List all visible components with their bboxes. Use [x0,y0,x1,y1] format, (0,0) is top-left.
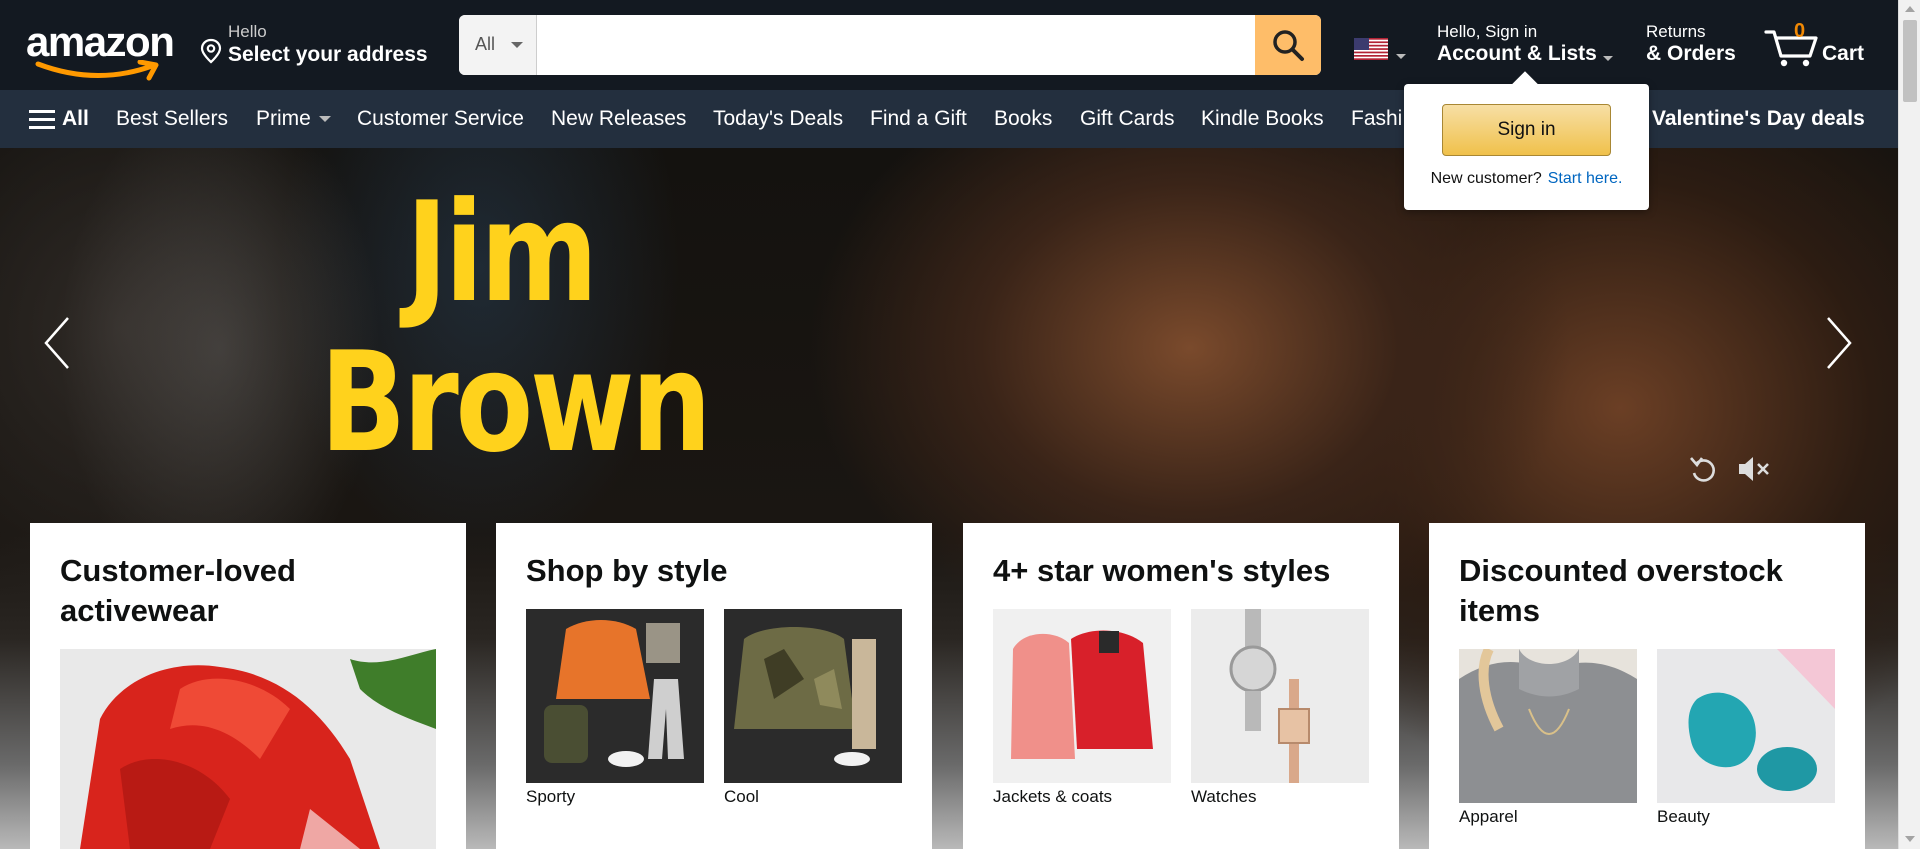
language-selector[interactable] [1354,38,1408,64]
jackets-image [993,609,1171,783]
chevron-left-icon[interactable] [38,308,78,378]
tile-caption: Beauty [1657,807,1710,826]
nav-new-releases[interactable]: New Releases [551,107,686,131]
tile-watches[interactable]: Watches [1191,609,1369,809]
hero-background [0,148,1898,568]
card-4-star-womens-styles: 4+ star women's styles Jackets & coats W… [963,523,1399,849]
cart-count: 0 [1794,20,1806,42]
nav-prime-label: Prime [256,107,311,130]
hero-title: Jim Brown [320,172,712,483]
account-lists-label: Account & Lists [1437,42,1597,65]
search-department-select[interactable]: All [459,15,537,75]
hamburger-menu-icon [29,110,55,129]
caret-down-icon [1603,56,1613,61]
tile-caption: Jackets & coats [993,787,1113,806]
cart-button[interactable]: 0 Cart [1764,18,1874,72]
card-title: Discounted overstock items [1459,553,1783,628]
chevron-right-icon[interactable] [1818,308,1858,378]
tile-caption: Watches [1191,787,1257,806]
cool-image [724,609,902,783]
card-title: Shop by style [526,553,728,588]
card-customer-loved-activewear: Customer-loved activewear [30,523,466,849]
card-title: 4+ star women's styles [993,553,1331,588]
card-image-link[interactable] [60,649,436,849]
sporty-image [526,609,704,783]
hero-title-line1: Jim [405,172,598,333]
nav-gift-cards[interactable]: Gift Cards [1080,107,1175,131]
tile-sporty[interactable]: Sporty [526,609,704,809]
activewear-jacket-image [60,649,436,849]
tile-caption: Sporty [526,787,576,806]
tile-beauty[interactable]: Beauty [1657,649,1835,849]
tile-jackets-coats[interactable]: Jackets & coats [993,609,1171,809]
search-icon [1273,30,1304,61]
nav-prime[interactable]: Prime [256,107,331,131]
caret-down-icon [318,116,331,123]
account-greeting: Hello, Sign in [1437,22,1538,41]
card-discounted-overstock: Discounted overstock items Apparel Beaut… [1429,523,1865,849]
card-shop-by-style: Shop by style Sporty Cool [496,523,932,849]
search-button[interactable] [1255,15,1321,75]
apparel-image [1459,649,1637,803]
cool-outfit-image [724,609,902,783]
nav-kindle-books[interactable]: Kindle Books [1201,107,1324,131]
nav-find-a-gift[interactable]: Find a Gift [870,107,967,131]
page-scrollbar[interactable] [1898,0,1920,849]
scroll-down-arrow-icon[interactable] [1905,836,1915,842]
nav-valentines-deals[interactable]: Valentine's Day deals [1652,107,1865,131]
signin-button[interactable]: Sign in [1442,104,1611,156]
location-pin-icon [200,38,222,64]
nav-all-menu[interactable]: All [28,107,89,131]
nav-fashion[interactable]: Fashi [1351,107,1402,131]
replay-icon[interactable] [1688,452,1718,486]
deliver-address-label: Select your address [228,43,428,66]
caret-down-icon [1396,54,1406,59]
account-and-lists[interactable]: Hello, Sign in Account & Lists [1437,22,1617,70]
tile-cool[interactable]: Cool [724,609,902,809]
tile-caption: Apparel [1459,807,1518,826]
start-here-link[interactable]: Start here. [1548,170,1623,187]
logo-smile-icon [35,60,159,81]
new-customer-text: New customer? [1430,170,1542,187]
nav-best-sellers[interactable]: Best Sellers [116,107,228,131]
tile-apparel[interactable]: Apparel [1459,649,1637,849]
logo-wordmark: amazon [26,18,175,65]
orders-label: & Orders [1646,42,1736,65]
nav-all-label: All [62,107,89,130]
nav-books[interactable]: Books [994,107,1052,131]
cart-icon [1764,30,1818,67]
caret-down-icon [511,42,523,48]
signin-flyout: Sign in New customer? Start here. [1404,71,1649,210]
top-header: amazon Hello Select your address All Hel… [0,0,1898,90]
beauty-image [1657,649,1835,803]
apparel-sweater-image [1459,649,1637,803]
jackets-coats-image [993,609,1171,783]
sporty-outfit-image [526,609,704,783]
nav-customer-service[interactable]: Customer Service [357,107,524,131]
search-input[interactable] [537,15,1255,75]
mute-icon[interactable] [1736,452,1772,486]
deliver-greeting: Hello [228,22,267,41]
watches-product-image [1191,609,1369,783]
watches-image [1191,609,1369,783]
card-title: Customer-loved activewear [60,553,296,628]
search-bar: All [459,15,1321,75]
us-flag-icon [1354,38,1388,60]
search-department-label: All [475,34,496,54]
scrollbar-thumb[interactable] [1903,20,1917,102]
amazon-logo[interactable]: amazon [24,16,175,81]
hero-title-line2: Brown [320,322,712,483]
scroll-up-arrow-icon[interactable] [1905,6,1915,12]
tile-caption: Cool [724,787,759,806]
returns-label: Returns [1646,22,1706,41]
beauty-sponges-image [1657,649,1835,803]
new-customer-prompt: New customer? Start here. [1404,170,1649,188]
nav-todays-deals[interactable]: Today's Deals [713,107,843,131]
cart-label: Cart [1822,42,1865,65]
